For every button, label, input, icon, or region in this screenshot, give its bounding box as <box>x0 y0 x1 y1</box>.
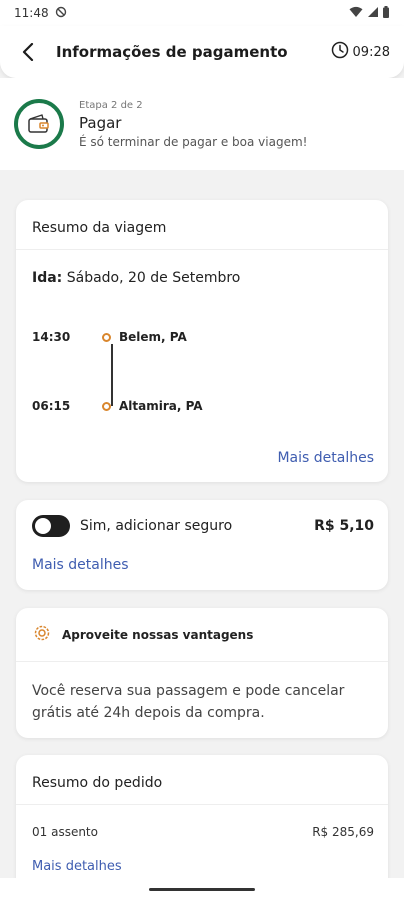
departure-time: 14:30 <box>32 330 71 344</box>
ida-date: Sábado, 20 de Setembro <box>62 270 241 286</box>
status-time: 11:48 <box>14 6 49 20</box>
route-line <box>111 344 113 406</box>
payment-step: Etapa 2 de 2 Pagar É só terminar de paga… <box>0 78 404 170</box>
toggle-knob <box>35 518 51 534</box>
arrival-time: 06:15 <box>32 399 71 413</box>
battery-icon <box>382 5 390 21</box>
signal-icon <box>367 6 378 21</box>
wallet-icon <box>28 114 49 133</box>
departure-dot-icon <box>102 332 111 342</box>
clock-icon <box>331 41 349 63</box>
order-item-label: 01 assento <box>32 825 98 839</box>
order-details-link[interactable]: Mais detalhes <box>32 859 122 874</box>
back-arrow-icon <box>22 43 34 61</box>
countdown-timer: 09:28 <box>331 41 390 63</box>
arrival-dot-icon <box>102 401 111 411</box>
status-bar: 11:48 <box>0 0 404 26</box>
step-badge <box>14 99 64 149</box>
insurance-price: R$ 5,10 <box>314 518 374 534</box>
home-handle[interactable] <box>149 887 255 891</box>
insurance-toggle[interactable] <box>32 515 70 537</box>
step-description: É só terminar de pagar e boa viagem! <box>79 134 308 149</box>
insurance-details-link[interactable]: Mais detalhes <box>32 557 129 573</box>
trip-details-link[interactable]: Mais detalhes <box>277 450 374 466</box>
arrival-place: Altamira, PA <box>119 399 203 413</box>
trip-summary-title: Resumo da viagem <box>16 200 388 250</box>
back-button[interactable] <box>16 40 40 64</box>
outbound-date: Ida: Sábado, 20 de Setembro <box>32 270 240 286</box>
page-title: Informações de pagamento <box>56 43 288 61</box>
departure-row: 14:30 Belem, PA <box>32 330 187 344</box>
timer-value: 09:28 <box>352 44 390 60</box>
perks-body: Você reserva sua passagem e pode cancela… <box>32 683 345 721</box>
do-not-disturb-icon <box>55 6 67 21</box>
perks-title: Aproveite nossas vantagens <box>62 627 254 642</box>
gesture-nav-bar <box>0 878 404 900</box>
order-item-row: 01 assento R$ 285,69 <box>32 825 374 839</box>
step-counter: Etapa 2 de 2 <box>79 99 143 111</box>
app-header: Informações de pagamento 09:28 <box>0 26 404 78</box>
gear-icon <box>32 623 52 647</box>
ida-label: Ida: <box>32 270 63 286</box>
order-summary-title: Resumo do pedido <box>16 755 388 805</box>
departure-place: Belem, PA <box>119 330 187 344</box>
step-name: Pagar <box>79 113 122 132</box>
perks-card: Aproveite nossas vantagens Você reserva … <box>16 608 388 738</box>
wifi-icon <box>349 6 363 21</box>
arrival-row: 06:15 Altamira, PA <box>32 399 203 413</box>
order-item-price: R$ 285,69 <box>312 825 374 839</box>
trip-summary-card: Resumo da viagem Ida: Sábado, 20 de Sete… <box>16 200 388 482</box>
insurance-card: Sim, adicionar seguro R$ 5,10 Mais detal… <box>16 500 388 590</box>
insurance-label: Sim, adicionar seguro <box>80 518 233 534</box>
